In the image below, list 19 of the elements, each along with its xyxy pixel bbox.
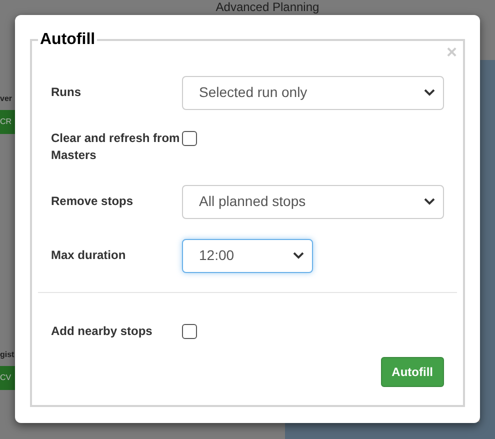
field-label: Clear and refresh from Masters [51, 130, 181, 164]
chevron-down-icon [424, 89, 435, 96]
page-label: gist [0, 349, 15, 361]
dropdown-select[interactable]: Selected run only [182, 76, 444, 110]
field-label: Add nearby stops [51, 323, 154, 340]
checkbox[interactable] [182, 131, 197, 146]
field-label: Remove stops [51, 193, 134, 210]
page-label: ver [0, 93, 14, 105]
page-title: Advanced Planning [216, 0, 320, 14]
field-label: Max duration [51, 247, 127, 264]
chevron-down-icon [424, 198, 435, 205]
dropdown-select[interactable]: All planned stops [182, 184, 444, 218]
field-label: Runs [51, 84, 82, 101]
page-button[interactable]: CR [0, 110, 15, 134]
dropdown-select[interactable]: 12:00 [182, 238, 313, 272]
autofill-button[interactable]: Autofill [380, 357, 444, 387]
checkbox[interactable] [182, 324, 197, 339]
page-button[interactable]: CV [0, 366, 15, 390]
chevron-down-icon [293, 252, 304, 259]
